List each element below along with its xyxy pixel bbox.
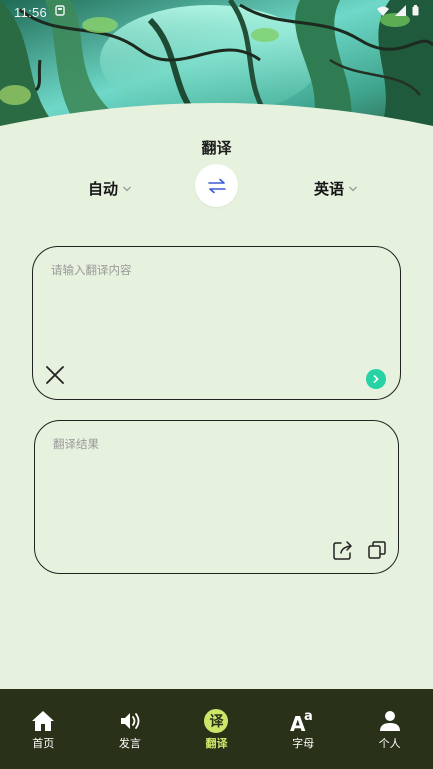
chevron-down-icon: [349, 186, 357, 191]
nav-label-letters: 字母: [292, 737, 315, 750]
nav-label-speak: 发言: [118, 737, 141, 750]
page-title: 翻译: [201, 139, 232, 157]
language-row: 自动 英语: [0, 164, 433, 208]
nav-item-speak[interactable]: 发言: [95, 709, 165, 751]
target-language-label: 英语: [314, 180, 345, 198]
result-card: 翻译结果: [34, 420, 399, 574]
nav-item-profile[interactable]: 个人: [355, 709, 425, 751]
translate-icon: 译: [203, 709, 229, 733]
source-language-select[interactable]: 自动: [88, 178, 132, 199]
translate-badge: 译: [204, 709, 229, 733]
status-bar: 11:56: [0, 0, 433, 24]
arrow-right-icon: [373, 375, 379, 383]
svg-text:a: a: [304, 709, 313, 724]
input-card: [32, 246, 401, 400]
source-language-label: 自动: [88, 180, 119, 198]
clear-button[interactable]: [45, 365, 65, 385]
share-icon: [333, 541, 352, 560]
wifi-icon: [377, 5, 389, 20]
nav-label-profile: 个人: [378, 737, 401, 750]
share-button[interactable]: [332, 539, 354, 561]
letters-icon: A a: [290, 709, 316, 733]
status-time: 11:56: [14, 4, 48, 20]
swap-icon: [207, 178, 226, 193]
notification-icon: [55, 4, 65, 20]
nav-item-letters[interactable]: A a 字母: [268, 709, 338, 751]
copy-icon: [368, 541, 386, 559]
close-icon: [46, 366, 64, 384]
nav-item-home[interactable]: 首页: [8, 709, 78, 751]
speaker-icon: [117, 709, 143, 733]
target-language-select[interactable]: 英语: [314, 178, 358, 199]
swap-languages-button[interactable]: [195, 164, 238, 207]
bottom-nav: 首页 发言 译 翻译 A a 字母 个人: [0, 689, 433, 769]
translate-submit-button[interactable]: [366, 369, 386, 389]
home-icon: [30, 709, 56, 733]
nav-label-translate: 翻译: [205, 737, 228, 750]
nav-label-home: 首页: [32, 737, 55, 750]
chevron-down-icon: [123, 186, 131, 191]
person-icon: [377, 709, 403, 733]
translate-input[interactable]: [51, 262, 371, 352]
result-text: 翻译结果: [53, 437, 99, 451]
nav-item-translate[interactable]: 译 翻译: [181, 709, 251, 751]
copy-button[interactable]: [367, 540, 387, 560]
signal-icon: [395, 4, 406, 20]
battery-icon: [412, 4, 419, 20]
